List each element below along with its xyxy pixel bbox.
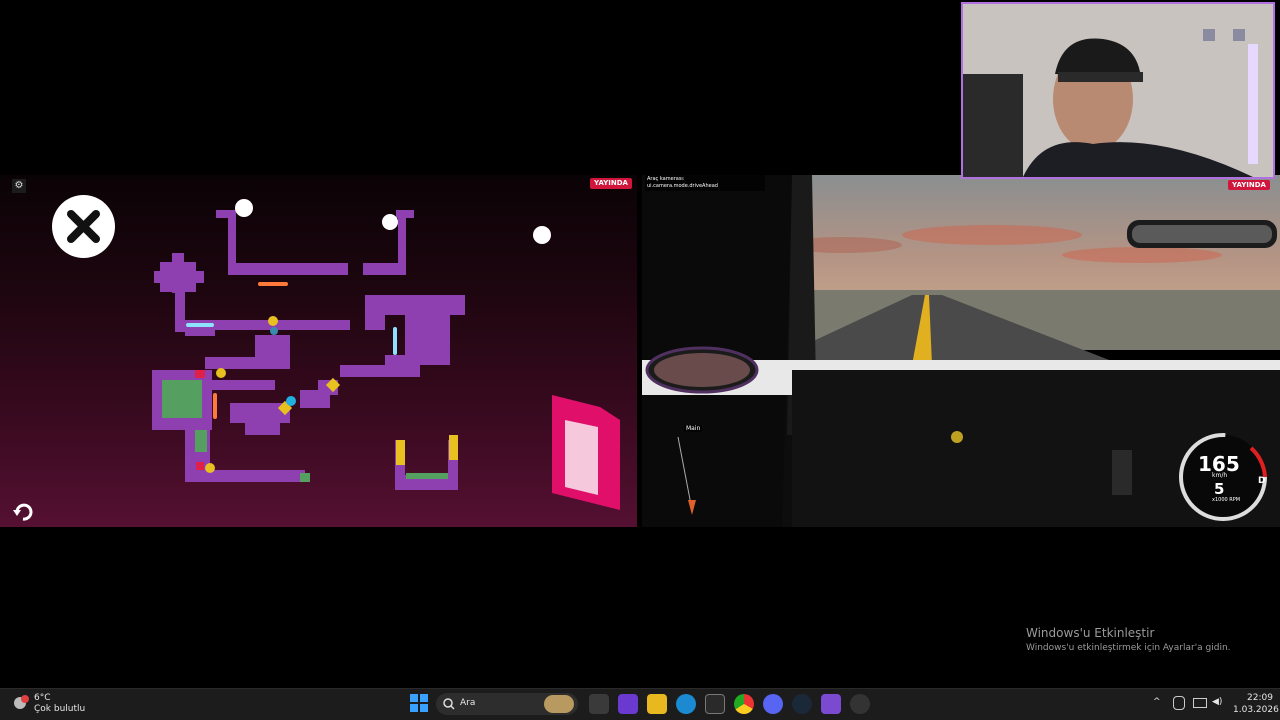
weather-icon[interactable] xyxy=(12,694,30,712)
live-badge: YAYINDA xyxy=(590,178,632,189)
search-input[interactable]: Ara xyxy=(436,693,578,715)
task-view-icon[interactable] xyxy=(589,694,609,714)
x-icon xyxy=(67,210,100,243)
volume-icon[interactable]: ◀) xyxy=(1212,697,1222,707)
close-button[interactable] xyxy=(52,195,115,258)
taskbar xyxy=(0,688,1280,720)
tray-chevron-icon[interactable]: ^ xyxy=(1153,697,1161,707)
windows-icon xyxy=(410,694,428,712)
settings-app-icon[interactable] xyxy=(850,694,870,714)
discord-icon[interactable] xyxy=(763,694,783,714)
undo-icon xyxy=(13,503,33,521)
search-icon xyxy=(443,698,455,710)
search-placeholder: Ara xyxy=(460,698,476,708)
activation-subtitle: Windows'u etkinleştirmek için Ayarlar'a … xyxy=(1026,643,1231,653)
weather-desc[interactable]: Çok bulutlu xyxy=(34,704,85,714)
nav-label: Main xyxy=(684,425,703,432)
webcam-overlay xyxy=(961,2,1275,179)
camera-mode-label: Araç kamerası: ui.camera.mode.driveAhead xyxy=(645,175,765,191)
weather-temp[interactable]: 6°C xyxy=(34,693,51,703)
undo-button[interactable] xyxy=(11,502,35,522)
chrome-icon[interactable] xyxy=(734,694,754,714)
visual-studio-icon[interactable] xyxy=(618,694,638,714)
speedometer: 165 km/h 5 x1000 RPM D xyxy=(1176,430,1271,525)
clock-time[interactable]: 22:09 xyxy=(1247,693,1273,703)
steam-icon[interactable] xyxy=(792,694,812,714)
app-icon[interactable] xyxy=(821,694,841,714)
network-icon[interactable] xyxy=(1193,698,1207,708)
gear-icon[interactable]: ⚙ xyxy=(12,179,26,193)
search-highlight-icon xyxy=(544,695,574,713)
store-icon[interactable] xyxy=(705,694,725,714)
start-button[interactable] xyxy=(410,694,428,712)
camera-label-line2: ui.camera.mode.driveAhead xyxy=(647,183,718,189)
speed-unit: km/h xyxy=(1212,472,1228,479)
camera-label-line1: Araç kamerası: xyxy=(647,176,685,182)
drive-mode: D xyxy=(1258,476,1266,486)
rpm-label: x1000 RPM xyxy=(1212,497,1241,503)
file-explorer-icon[interactable] xyxy=(647,694,667,714)
edge-icon[interactable] xyxy=(676,694,696,714)
streamer-webcam-image xyxy=(963,4,1273,177)
gear-value: 5 xyxy=(1214,480,1225,498)
clock-date[interactable]: 1.03.2026 xyxy=(1233,705,1279,715)
live-badge-secondary: YAYINDA xyxy=(1228,180,1270,190)
activation-title: Windows'u Etkinleştir xyxy=(1026,626,1155,640)
microphone-icon[interactable] xyxy=(1173,696,1185,710)
